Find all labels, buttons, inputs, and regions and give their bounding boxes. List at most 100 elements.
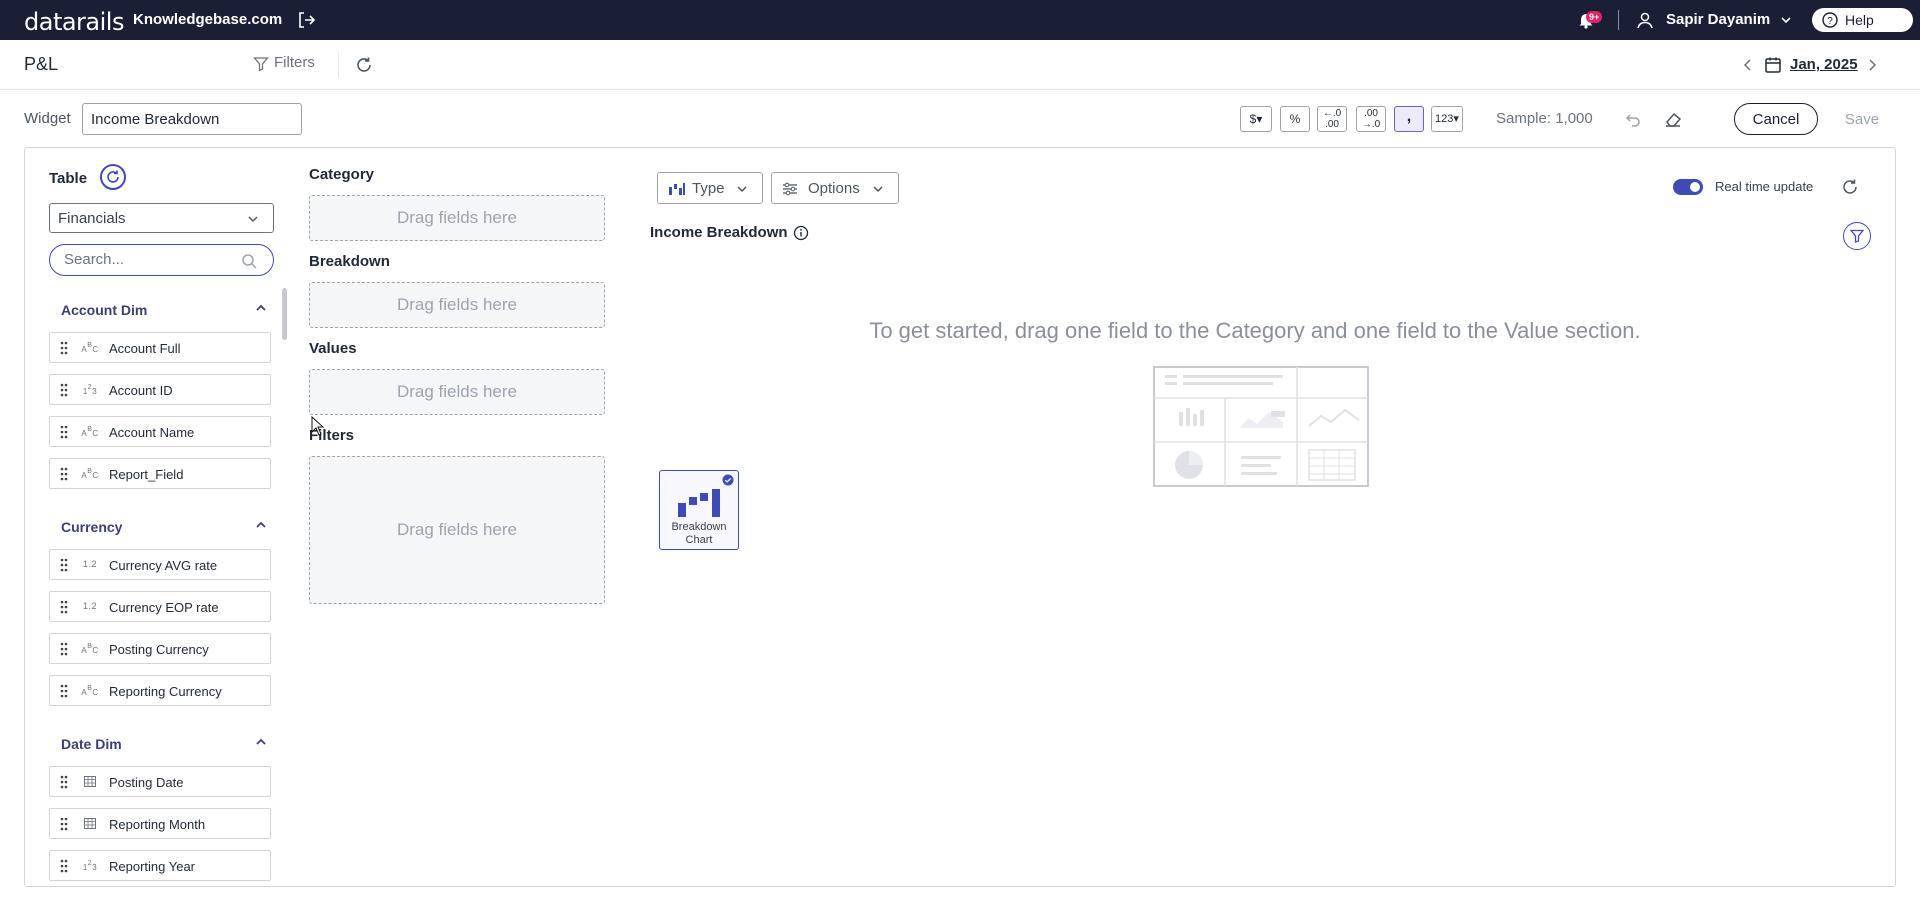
widget-editor-frame: Table Financials Account Dim ABC Account F… [24, 147, 1896, 887]
drag-handle-icon[interactable] [60, 425, 68, 439]
field-name: Reporting Currency [109, 684, 222, 699]
realtime-update-toggle[interactable] [1673, 179, 1703, 195]
field-group-name: Date Dim [61, 736, 122, 752]
field-name: Account Name [109, 425, 195, 440]
help-icon: ? [1822, 12, 1838, 28]
breakdown-zone-label: Breakdown [309, 253, 390, 270]
chevron-up-icon[interactable] [255, 737, 267, 747]
category-dropzone[interactable]: Drag fields here [309, 195, 605, 241]
notifications-badge: 9+ [1586, 11, 1603, 23]
switch-company-icon[interactable] [296, 10, 316, 30]
field-name: Reporting Month [109, 817, 206, 832]
currency-format-label: $ [1249, 112, 1257, 126]
user-icon[interactable] [1636, 11, 1654, 29]
chart-title: Income Breakdown [650, 224, 788, 241]
drag-handle-icon[interactable] [60, 684, 68, 698]
field-item[interactable]: ABC Reporting Currency [49, 675, 271, 706]
field-item[interactable]: Posting Date [49, 766, 271, 797]
chart-type-button[interactable]: Type [657, 172, 763, 204]
help-label: Help [1845, 12, 1874, 28]
field-group-name: Account Dim [61, 302, 148, 318]
integer-type-icon: 123 [82, 384, 98, 396]
field-item[interactable]: ABC Account Name [49, 416, 271, 447]
chevron-down-icon[interactable] [1780, 14, 1792, 26]
widget-name-input[interactable] [82, 103, 302, 135]
field-item[interactable]: 1.2 Currency EOP rate [49, 591, 271, 622]
field-group-header[interactable]: Date Dim [49, 722, 274, 766]
text-type-icon: ABC [81, 426, 99, 438]
field-item[interactable]: ABC Report_Field [49, 458, 271, 489]
number-scale-button[interactable]: 123▾ [1431, 106, 1463, 132]
cancel-button[interactable]: Cancel [1734, 103, 1818, 135]
field-search[interactable] [49, 244, 274, 276]
eraser-icon[interactable] [1664, 110, 1682, 128]
decrease-decimals-button[interactable]: ←.0 .00 [1317, 106, 1347, 132]
drag-handle-icon[interactable] [60, 383, 68, 397]
field-item[interactable]: ABC Account Full [49, 332, 271, 363]
drag-handle-icon[interactable] [60, 859, 68, 873]
field-name: Posting Date [109, 775, 184, 790]
table-label: Table [49, 170, 88, 187]
chart-type-icon [669, 183, 685, 195]
undo-icon[interactable] [1625, 111, 1641, 127]
previous-period-icon[interactable] [1742, 58, 1754, 72]
field-name: Posting Currency [109, 642, 209, 657]
field-item[interactable]: 123 Account ID [49, 374, 271, 405]
field-item[interactable]: 123 Reporting Year [49, 850, 271, 881]
search-icon [242, 254, 257, 269]
selected-check-icon [722, 474, 734, 486]
info-icon[interactable] [793, 225, 809, 241]
field-search-input[interactable] [64, 251, 224, 268]
chart-options-label: Options [808, 180, 860, 197]
breakdown-chart-option[interactable]: Breakdown Chart [659, 470, 739, 550]
mouse-cursor-icon [311, 416, 325, 436]
chevron-up-icon[interactable] [255, 520, 267, 530]
values-zone-label: Values [309, 340, 357, 357]
chart-options-button[interactable]: Options [771, 172, 899, 204]
refresh-icon[interactable] [1841, 178, 1859, 196]
company-name: Knowledgebase.com [133, 11, 283, 28]
drag-handle-icon[interactable] [60, 558, 68, 572]
values-dropzone[interactable]: Drag fields here [309, 369, 605, 415]
next-period-icon[interactable] [1866, 58, 1878, 72]
filters-dropzone[interactable]: Drag fields here [309, 456, 605, 604]
drag-handle-icon[interactable] [60, 600, 68, 614]
field-list-scrollbar[interactable] [282, 288, 287, 340]
thousands-separator-button[interactable]: , [1394, 106, 1424, 132]
drag-handle-icon[interactable] [60, 642, 68, 656]
table-refresh-button[interactable] [100, 164, 126, 190]
percent-format-button[interactable]: % [1280, 106, 1310, 132]
calendar-icon[interactable] [1764, 56, 1782, 74]
field-item[interactable]: 1.2 Currency AVG rate [49, 549, 271, 580]
sample-size: Sample: 1,000 [1496, 110, 1593, 127]
currency-format-button[interactable]: $▾ [1240, 106, 1272, 132]
chevron-up-icon[interactable] [255, 303, 267, 313]
user-name[interactable]: Sapir Dayanim [1666, 11, 1770, 28]
field-group-header[interactable]: Account Dim [49, 288, 274, 332]
sliders-icon [783, 182, 797, 196]
text-type-icon: ABC [81, 643, 99, 655]
table-select[interactable]: Financials [49, 203, 274, 233]
refresh-icon[interactable] [355, 56, 373, 74]
text-type-icon: ABC [81, 685, 99, 697]
date-type-icon [80, 776, 100, 789]
drag-handle-icon[interactable] [60, 775, 68, 789]
save-button[interactable]: Save [1830, 103, 1894, 135]
increase-decimals-button[interactable]: .00 →.0 [1356, 106, 1386, 132]
chart-filter-button[interactable] [1843, 222, 1871, 250]
drag-handle-icon[interactable] [60, 817, 68, 831]
drag-handle-icon[interactable] [60, 467, 68, 481]
page-header: P&L Filters Jan, 2025 [0, 40, 1920, 90]
chevron-down-icon [248, 216, 258, 223]
drag-handle-icon[interactable] [60, 341, 68, 355]
field-item[interactable]: ABC Posting Currency [49, 633, 271, 664]
field-item[interactable]: Reporting Month [49, 808, 271, 839]
breakdown-dropzone[interactable]: Drag fields here [309, 282, 605, 328]
chevron-down-icon [873, 186, 883, 193]
datarails-logo[interactable]: datarails [24, 8, 124, 36]
field-name: Account ID [109, 383, 173, 398]
text-type-icon: ABC [81, 342, 99, 354]
period-selector[interactable]: Jan, 2025 [1790, 56, 1858, 73]
help-button[interactable]: ? Help [1812, 8, 1913, 32]
field-group-header[interactable]: Currency [49, 505, 274, 549]
